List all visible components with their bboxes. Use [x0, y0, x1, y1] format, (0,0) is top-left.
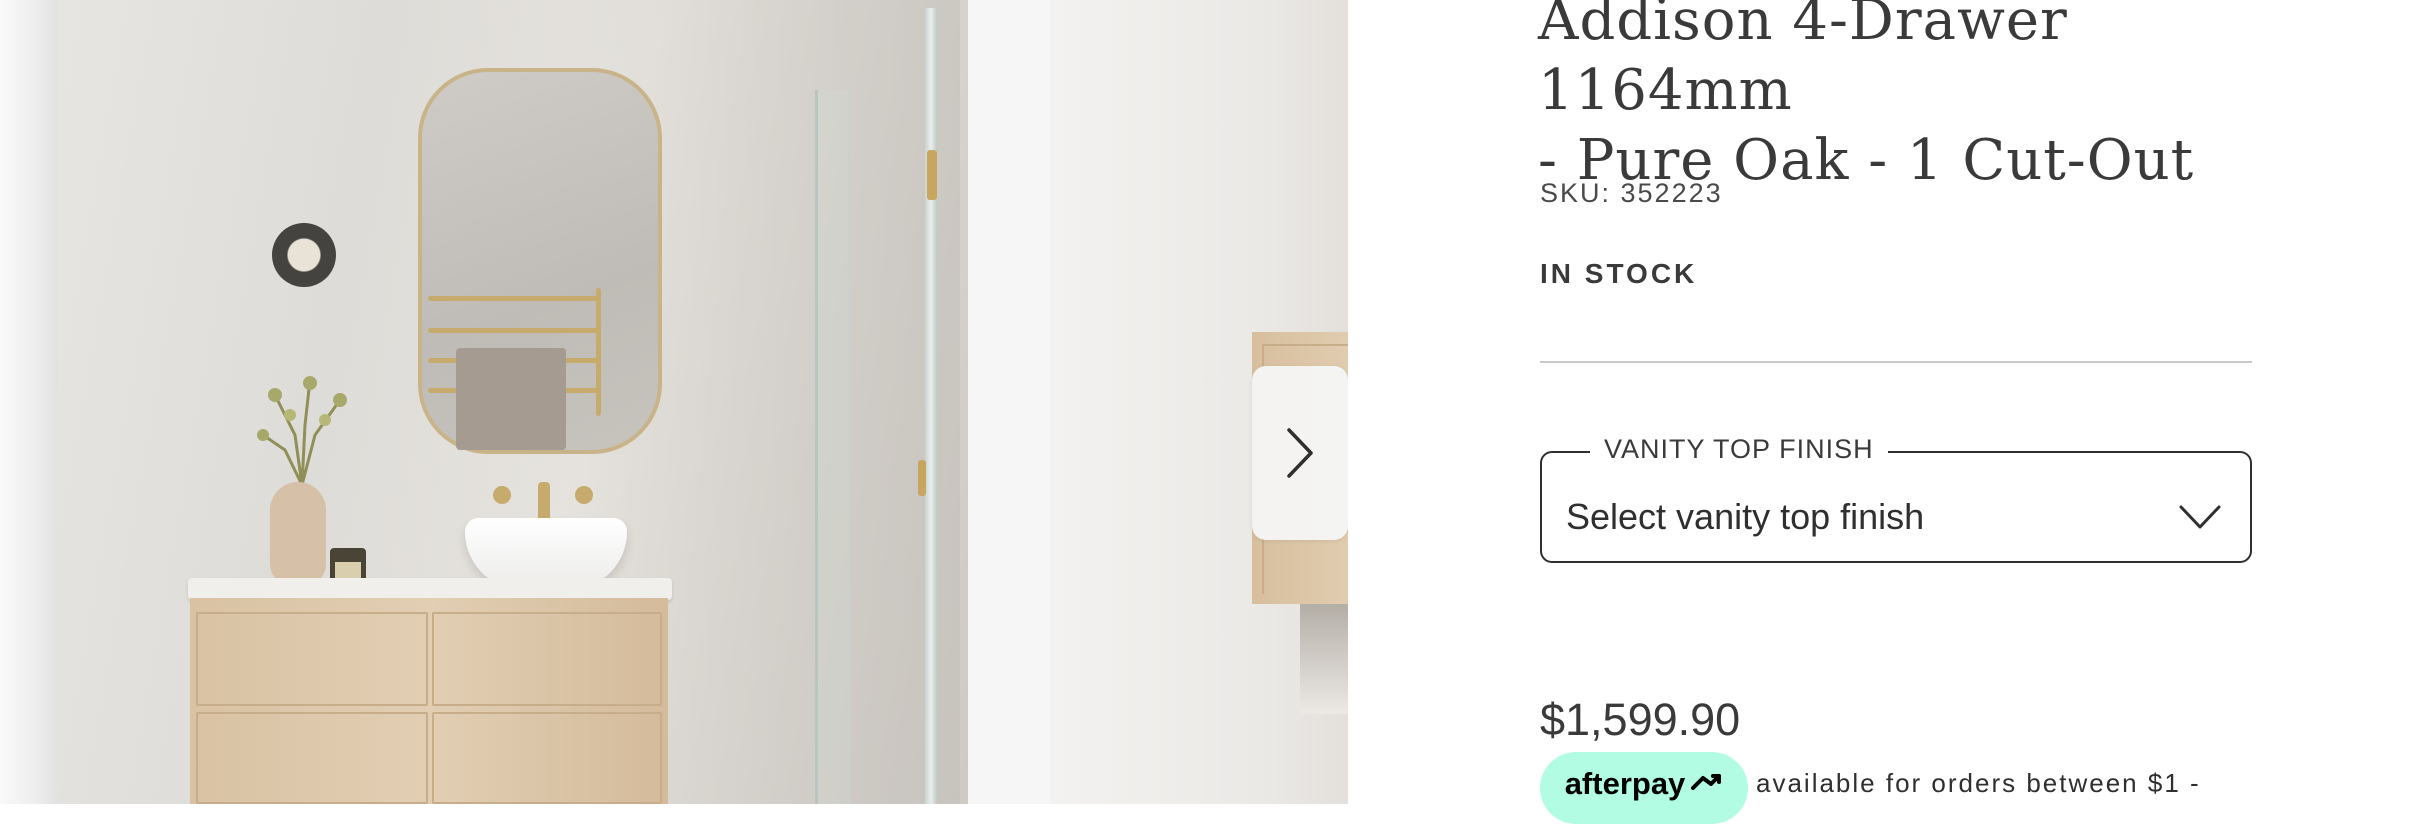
divider — [1540, 361, 2252, 363]
gallery-gap — [968, 0, 1050, 804]
towel-rail-post — [596, 288, 601, 416]
product-sku: SKU: 352223 — [1540, 178, 1723, 208]
towel-rail-bar — [428, 328, 598, 333]
vanity-top — [188, 578, 672, 600]
product-photo-main — [0, 0, 968, 804]
tap-handle — [493, 486, 511, 504]
wall-light — [272, 223, 336, 287]
shower-frame — [925, 8, 937, 804]
drawer — [196, 612, 428, 706]
product-image-gallery — [0, 0, 1348, 804]
shower-hinge — [927, 150, 937, 200]
plant — [257, 376, 347, 485]
stock-status: IN STOCK — [1540, 258, 1698, 289]
tap-handle — [575, 486, 593, 504]
afterpay-arrows-icon — [1691, 774, 1722, 790]
cabinet-shadow — [1300, 604, 1348, 714]
chevron-down-icon[interactable] — [2178, 500, 2222, 532]
afterpay-badge[interactable]: afterpay — [1540, 752, 1748, 824]
drawer — [432, 612, 662, 706]
towel-rail — [428, 296, 598, 301]
vanity-top-finish-label: VANITY TOP FINISH — [1590, 434, 1888, 465]
gallery-next-button[interactable] — [1252, 366, 1348, 540]
vase — [270, 482, 326, 586]
product-title: Addison 4-Drawer 1164mm - Pure Oak - 1 C… — [1538, 0, 2298, 196]
chevron-right-icon — [1287, 428, 1313, 478]
bottle-label — [335, 562, 361, 578]
drawer — [432, 712, 662, 804]
afterpay-logo-text: afterpay — [1564, 766, 1686, 801]
curtain — [0, 0, 58, 804]
towel — [456, 348, 566, 450]
vanity-top-finish-value: Select vanity top finish — [1566, 496, 1925, 537]
tap-spout — [538, 482, 550, 522]
product-title-line1: Addison 4-Drawer 1164mm — [1538, 0, 2068, 123]
product-price: $1,599.90 — [1540, 694, 1741, 745]
drawer — [196, 712, 428, 804]
shower-screen — [815, 90, 850, 804]
afterpay-availability-note: available for orders between $1 - — [1756, 768, 2201, 798]
shower-hinge — [918, 460, 926, 496]
